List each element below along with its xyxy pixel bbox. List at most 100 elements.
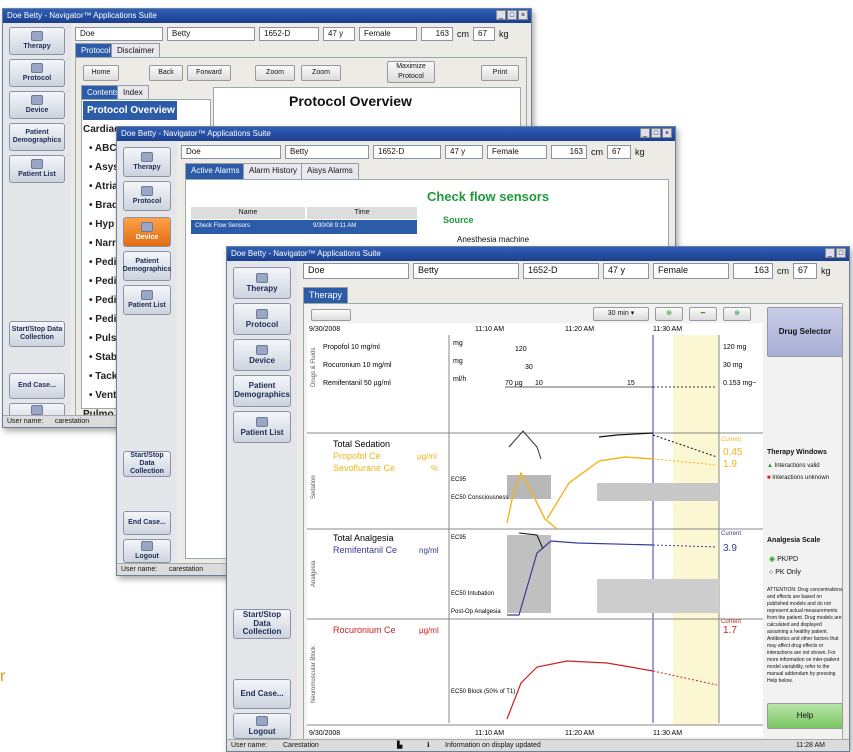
maximize-button[interactable]: □ <box>836 248 846 258</box>
tab-aisys-alarms[interactable]: Aisys Alarms <box>301 163 359 179</box>
back-button[interactable]: Back <box>149 65 183 81</box>
key-icon <box>31 405 43 416</box>
patient-list-button[interactable]: Patient List <box>9 155 65 183</box>
device-button[interactable]: Device <box>123 217 171 247</box>
patient-demographics-button[interactable]: Patient Demographics <box>9 123 65 151</box>
age-field: 47 y <box>323 27 355 41</box>
device-button[interactable]: Device <box>233 339 291 371</box>
tab-therapy[interactable]: Therapy <box>303 287 349 303</box>
radio-pk-only[interactable]: ○ PK Only <box>769 569 801 576</box>
protocol-button[interactable]: Protocol <box>233 303 291 335</box>
zoom-out-button[interactable]: Zoom <box>301 65 341 81</box>
maximize-button[interactable]: □ <box>651 128 661 138</box>
drug-current-2: 30 mg <box>723 362 743 369</box>
analgesia-title: Total Analgesia <box>333 533 394 543</box>
propofol-ce-label: Propofol Ce <box>333 451 381 461</box>
start-stop-button[interactable]: Start/Stop Data Collection <box>233 609 291 639</box>
col-name-header: Name <box>191 207 305 219</box>
tab-index[interactable]: Index <box>117 85 149 99</box>
bolus-rocuronium: 30 <box>525 364 533 371</box>
sedation-section-label: Sedation <box>311 475 317 499</box>
maximize-protocol-button[interactable]: Maximize Protocol <box>387 61 435 83</box>
roc-ce-label: Rocuronium Ce <box>333 625 396 635</box>
sex-field: Female <box>359 27 417 41</box>
roc-ce-unit: µg/ml <box>419 626 439 635</box>
time-window-select[interactable]: 30 min ▾ <box>593 307 649 321</box>
sedation-title: Total Sedation <box>333 439 390 449</box>
sidebar: Therapy Protocol Device Patient Demograp… <box>3 23 71 427</box>
minimize-button[interactable]: _ <box>496 10 506 20</box>
drug-selector-button[interactable]: Drug Selector <box>767 307 843 357</box>
key-icon <box>256 715 268 726</box>
alarm-heading: Check flow sensors <box>427 189 550 204</box>
zoom-in-button[interactable]: Zoom <box>255 65 295 81</box>
page-title: Protocol Overview <box>289 93 412 109</box>
end-case-button[interactable]: End Case... <box>123 511 171 535</box>
zoom-in-button[interactable]: ⊕ <box>655 307 683 321</box>
patient-list-button[interactable]: Patient List <box>233 411 291 443</box>
therapy-button[interactable]: Therapy <box>9 27 65 55</box>
info-icon: ℹ <box>427 742 430 749</box>
end-case-button[interactable]: End Case... <box>9 373 65 399</box>
analgesia-ec95-label: EC95 <box>451 535 467 541</box>
drugs-section-label: Drugs & Fluids <box>311 348 317 387</box>
therapy-button[interactable]: Therapy <box>123 147 171 177</box>
start-stop-button[interactable]: Start/Stop Data Collection <box>123 451 171 477</box>
patient-header: Doe Betty 1652-D 47 y Female 163 cm 67 k… <box>303 263 831 279</box>
forward-button[interactable]: Forward <box>187 65 231 81</box>
bottom-time-tick-2: 11:20 AM <box>565 730 594 737</box>
radio-pkpd[interactable]: ◉ PK/PD <box>769 555 798 563</box>
minimize-button[interactable]: _ <box>825 248 835 258</box>
height-field: 163 <box>551 145 587 159</box>
tab-alarm-history[interactable]: Alarm History <box>243 163 304 179</box>
protocol-button[interactable]: Protocol <box>123 181 171 211</box>
time-tick-2: 11:20 AM <box>565 326 594 333</box>
patient-list-button[interactable]: Patient List <box>123 285 171 315</box>
title-bar: Doe Betty - Navigator™ Applications Suit… <box>227 247 849 261</box>
sex-field: Female <box>653 263 729 279</box>
radio-selected-icon: ◉ <box>769 556 776 563</box>
end-case-button[interactable]: End Case... <box>233 679 291 709</box>
source-label: Source <box>443 215 474 225</box>
bottom-time-tick-3: 11:30 AM <box>653 730 682 737</box>
close-button[interactable]: × <box>518 10 528 20</box>
therapy-button[interactable]: Therapy <box>233 267 291 299</box>
collapse-button[interactable] <box>311 309 351 321</box>
close-button[interactable]: × <box>662 128 672 138</box>
minimize-button[interactable]: _ <box>640 128 650 138</box>
tree-item[interactable]: Protocol Overview <box>83 101 177 120</box>
drug-name-1: Propofol 10 mg/ml <box>323 344 380 351</box>
start-stop-button[interactable]: Start/Stop Data Collection <box>9 321 65 347</box>
remi-rate-2: 10 <box>535 380 543 387</box>
sidebar: Therapy Protocol Device Patient Demograp… <box>117 141 177 565</box>
height-unit: cm <box>777 266 789 276</box>
help-button[interactable]: Help <box>767 703 843 729</box>
last-name-field: Doe <box>75 27 163 41</box>
home-button[interactable]: Home <box>83 65 119 81</box>
therapy-windows-label: Therapy Windows <box>767 449 827 456</box>
logout-button[interactable]: Logout <box>123 539 171 563</box>
last-name-field: Doe <box>303 263 409 279</box>
patient-demographics-button[interactable]: Patient Demographics <box>233 375 291 407</box>
patient-demographics-button[interactable]: Patient Demographics <box>123 251 171 281</box>
weight-unit: kg <box>635 147 645 157</box>
print-button[interactable]: Print <box>481 65 519 81</box>
device-icon <box>256 344 268 355</box>
maximize-button[interactable]: □ <box>507 10 517 20</box>
col-time-header: Time <box>307 207 417 219</box>
zoom-out-button[interactable]: ⊕ <box>723 307 751 321</box>
tab-active-alarms[interactable]: Active Alarms <box>185 163 246 179</box>
patients-icon <box>141 290 153 301</box>
patient-header: Doe Betty 1652-D 47 y Female 163 cm 67 k… <box>181 145 645 159</box>
reset-button[interactable]: ━ <box>689 307 717 321</box>
drug-unit-2: mg <box>453 358 463 365</box>
weight-unit: kg <box>821 266 831 276</box>
device-button[interactable]: Device <box>9 91 65 119</box>
source-value: Anesthesia machine <box>457 235 530 244</box>
logout-button[interactable]: Logout <box>233 713 291 739</box>
book-icon <box>256 308 268 319</box>
protocol-button[interactable]: Protocol <box>9 59 65 87</box>
nmb-ec50-label: EC50 Block (50% of T1) <box>451 689 515 695</box>
remi-rate-3: 15 <box>627 380 635 387</box>
tab-disclaimer[interactable]: Disclaimer <box>111 43 161 57</box>
